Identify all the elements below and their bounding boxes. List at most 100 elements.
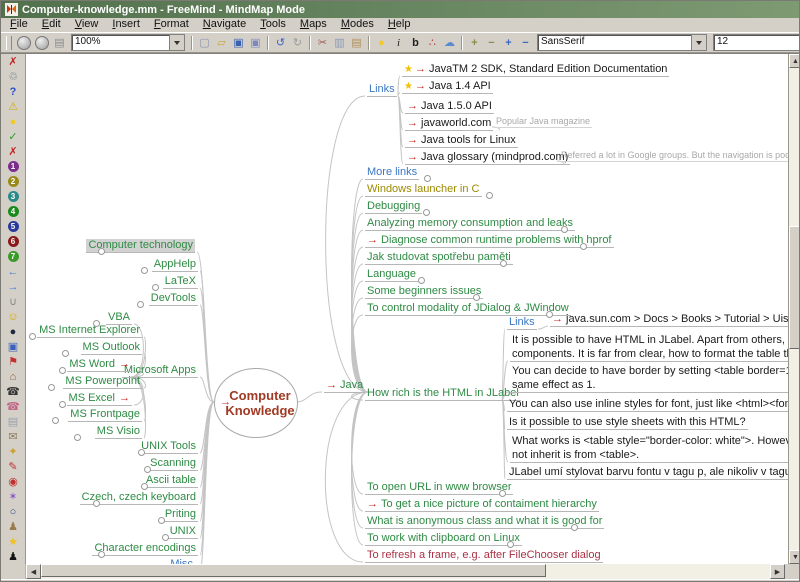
- font-family-select[interactable]: SansSerif: [537, 34, 707, 51]
- wizard-icon[interactable]: ✶: [1, 489, 25, 504]
- mail-icon[interactable]: ✉: [1, 429, 25, 444]
- node-latex[interactable]: LaTeX: [163, 275, 198, 289]
- node-beginners[interactable]: Some beginners issues: [365, 285, 483, 299]
- node-sunlink[interactable]: →java.sun.com > Docs > Books > Tutorial …: [550, 313, 788, 327]
- node-refresh[interactable]: To refresh a frame, e.g. after FileChoos…: [365, 549, 603, 563]
- node-charenc[interactable]: Character encodings: [92, 542, 198, 556]
- join-button[interactable]: ∴: [424, 35, 441, 51]
- node-apphelp[interactable]: AppHelp: [152, 258, 198, 272]
- chevron-down-icon[interactable]: [169, 35, 184, 50]
- fold-handle[interactable]: [48, 384, 55, 391]
- node-j14[interactable]: ★→Java 1.4 API: [402, 80, 493, 94]
- fold-handle[interactable]: [144, 466, 151, 473]
- bomb-icon[interactable]: ●: [1, 324, 25, 339]
- node-modality[interactable]: To control modality of JDialog & JWindow: [365, 302, 571, 316]
- scroll-left-button[interactable]: ◀: [26, 564, 41, 579]
- warning-icon[interactable]: ⚠: [1, 99, 25, 114]
- fold-handle[interactable]: [561, 226, 568, 233]
- node-links2[interactable]: Links: [507, 316, 537, 330]
- paste-button[interactable]: ▤: [348, 35, 365, 51]
- previous-map-button[interactable]: [17, 36, 31, 50]
- fold-handle[interactable]: [507, 541, 514, 548]
- zoom-select[interactable]: 100%: [71, 34, 185, 51]
- person-icon[interactable]: ♟: [1, 519, 25, 534]
- fold-handle[interactable]: [500, 260, 507, 267]
- stop-icon[interactable]: ◉: [1, 474, 25, 489]
- menu-edit[interactable]: Edit: [35, 19, 68, 30]
- vertical-scroll-thumb[interactable]: [789, 226, 800, 349]
- node-note2[interactable]: Referred a lot in Google groups. But the…: [559, 150, 788, 162]
- number-5-icon[interactable]: 5: [1, 219, 25, 234]
- fold-handle[interactable]: [158, 517, 165, 524]
- number-3-icon[interactable]: 3: [1, 189, 25, 204]
- fold-handle[interactable]: [59, 367, 66, 374]
- increase-node-font-button[interactable]: +: [466, 35, 483, 51]
- fold-handle[interactable]: [162, 534, 169, 541]
- idea-icon[interactable]: ●: [1, 114, 25, 129]
- node-frontpage[interactable]: MS Frontpage: [68, 408, 142, 422]
- pencil-icon[interactable]: ✎: [1, 459, 25, 474]
- cut-button[interactable]: ✂: [314, 35, 331, 51]
- node-links1[interactable]: Links: [367, 83, 397, 97]
- penguin-icon[interactable]: ♟: [1, 549, 25, 564]
- font-size-select[interactable]: 12: [713, 34, 799, 51]
- node-anonymous[interactable]: What is anonymous class and what it is g…: [365, 515, 604, 529]
- help-icon[interactable]: ?: [1, 84, 25, 99]
- menu-insert[interactable]: Insert: [105, 19, 147, 30]
- fold-handle[interactable]: [423, 209, 430, 216]
- fold-handle[interactable]: [424, 175, 431, 182]
- decrease-node-font-button[interactable]: −: [483, 35, 500, 51]
- fold-handle[interactable]: [499, 490, 506, 497]
- decrease-branch-font-button[interactable]: −: [517, 35, 534, 51]
- save-as-button[interactable]: ▣: [247, 35, 264, 51]
- horizontal-scroll-thumb[interactable]: [41, 564, 546, 577]
- fold-handle[interactable]: [141, 483, 148, 490]
- home-icon[interactable]: ⌂: [1, 369, 25, 384]
- node-j15[interactable]: →Java 1.5.0 API: [405, 100, 494, 114]
- fold-handle[interactable]: [29, 333, 36, 340]
- node-jsdk[interactable]: ★→JavaTM 2 SDK, Standard Edition Documen…: [402, 63, 669, 77]
- toolbar-grip[interactable]: [6, 36, 12, 50]
- node-devtools[interactable]: DevTools: [149, 292, 198, 306]
- number-2-icon[interactable]: 2: [1, 174, 25, 189]
- fold-handle[interactable]: [74, 434, 81, 441]
- node-unix[interactable]: UNIX: [168, 525, 198, 539]
- next-map-button[interactable]: [35, 36, 49, 50]
- cancel-icon[interactable]: ✗: [1, 144, 25, 159]
- star-icon[interactable]: ★: [1, 534, 25, 549]
- node-p2[interactable]: You can decide to have border by setting…: [510, 364, 788, 393]
- remove-last-icon[interactable]: ✗: [1, 54, 25, 69]
- fold-handle[interactable]: [473, 294, 480, 301]
- node-unixtools[interactable]: UNIX Tools: [139, 440, 198, 454]
- copy-button[interactable]: ▥: [331, 35, 348, 51]
- ok-icon[interactable]: ✓: [1, 129, 25, 144]
- print-button[interactable]: ▤: [51, 35, 68, 51]
- node-diagnose[interactable]: →Diagnose common runtime problems with h…: [365, 234, 614, 248]
- fold-handle[interactable]: [580, 243, 587, 250]
- number-1-icon[interactable]: 1: [1, 159, 25, 174]
- node-java[interactable]: →Java: [324, 379, 365, 393]
- node-msvisio[interactable]: MS Visio: [95, 425, 142, 439]
- node-javatools[interactable]: →Java tools for Linux: [405, 134, 518, 148]
- node-note1[interactable]: Popular Java magazine: [494, 116, 592, 128]
- title-bar[interactable]: Computer-knowledge.mm - FreeMind - MindM…: [1, 1, 799, 18]
- menu-format[interactable]: Format: [147, 19, 196, 30]
- fold-handle[interactable]: [62, 350, 69, 357]
- node-scanning[interactable]: Scanning: [148, 457, 198, 471]
- menu-view[interactable]: View: [68, 19, 106, 30]
- vertical-scrollbar[interactable]: ▲ ▼: [788, 54, 800, 564]
- node-howrich[interactable]: How rich is the HTML in JLabel: [365, 387, 521, 401]
- fold-handle[interactable]: [571, 524, 578, 531]
- fold-handle[interactable]: [152, 284, 159, 291]
- attach-icon[interactable]: ∪: [1, 294, 25, 309]
- node-jak[interactable]: Jak studovat spotřebu paměti: [365, 251, 513, 265]
- back-icon[interactable]: ←: [1, 264, 25, 279]
- node-p6[interactable]: JLabel umí stylovat barvu fontu v tagu p…: [507, 466, 788, 480]
- horizontal-scrollbar[interactable]: ◀ ▶: [1, 564, 799, 579]
- number-4-icon[interactable]: 4: [1, 204, 25, 219]
- phone-icon[interactable]: ☎: [1, 384, 25, 399]
- increase-branch-font-button[interactable]: +: [500, 35, 517, 51]
- fold-handle[interactable]: [486, 192, 493, 199]
- cloud-button[interactable]: ☁: [441, 35, 458, 51]
- forward-icon[interactable]: →: [1, 279, 25, 294]
